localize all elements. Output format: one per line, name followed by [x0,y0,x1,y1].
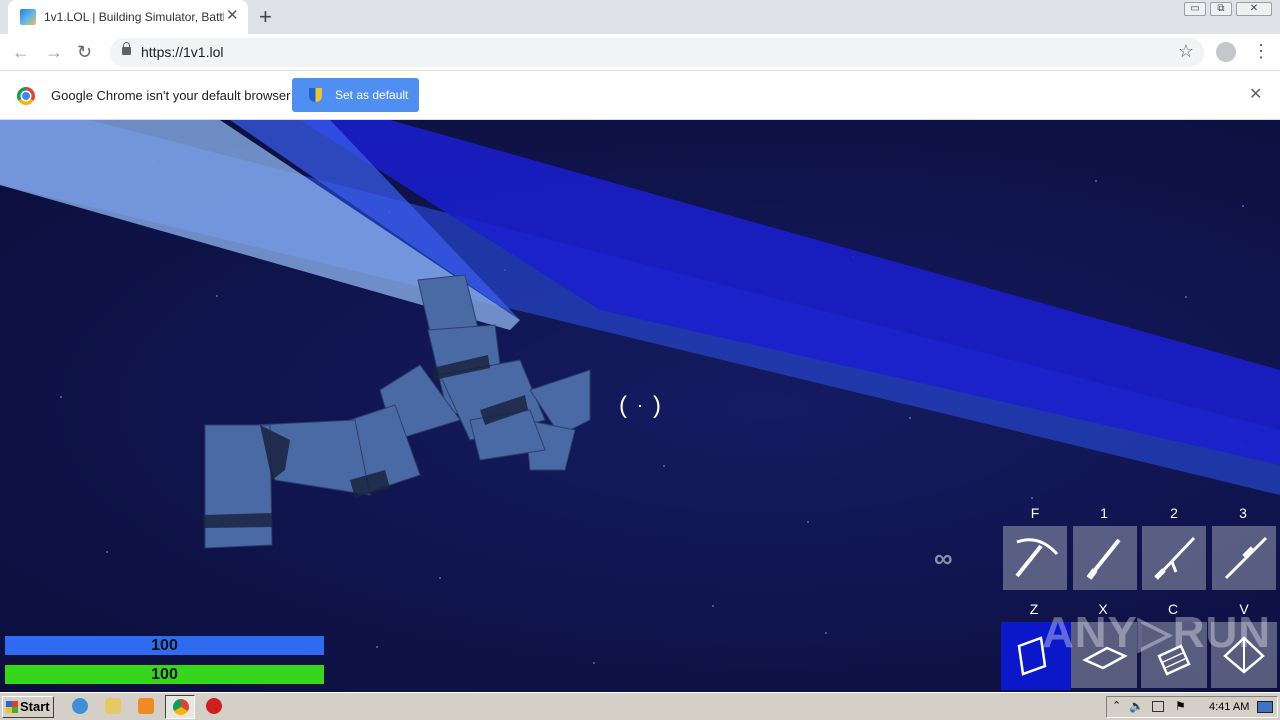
shield-bar: 100 [5,636,324,655]
default-browser-infobar: Google Chrome isn't your default browser… [0,71,1280,120]
stop-sign-icon[interactable] [206,698,222,714]
new-tab-button[interactable]: + [259,5,272,29]
back-arrow-icon[interactable]: ← [12,41,30,63]
browser-toolbar: ← → ↻ https://1v1.lol ☆ [0,34,1280,71]
forward-arrow-icon[interactable]: → [45,41,63,63]
taskbar-chrome-button[interactable] [165,695,195,719]
system-tray: ⌃ 🔈 ⚑ [1106,696,1278,718]
browser-title-bar: 1v1.LOL | Building Simulator, Battle R ✕… [0,0,1280,34]
pickaxe-icon [1015,538,1059,578]
weapon-slot-sniper[interactable] [1212,526,1276,590]
sniper-rifle-icon [1224,536,1268,580]
site-favicon-icon [20,9,36,25]
assault-rifle-icon [1154,536,1196,580]
shotgun-icon [1086,538,1121,580]
weapon-slot-shotgun[interactable] [1073,526,1137,590]
browser-tab[interactable]: 1v1.LOL | Building Simulator, Battle R ✕ [8,0,248,34]
minimize-button[interactable]: ▭ [1184,2,1206,16]
weapon-slot-pickaxe[interactable] [1003,526,1067,590]
start-button[interactable]: Start [2,696,54,718]
kebab-menu-icon[interactable]: ⋮ [1252,40,1270,62]
tab-close-button[interactable]: ✕ [226,8,239,24]
game-canvas[interactable]: () 100 100 ∞ F 1 2 3 Z X C V ANY▷RUN [0,120,1280,692]
health-bar: 100 [5,665,324,684]
weapon-slot-assault-rifle[interactable] [1142,526,1206,590]
reload-icon[interactable]: ↻ [77,41,92,63]
hotkey-label-sniper: 3 [1239,505,1247,521]
show-desktop-icon[interactable] [1257,701,1273,713]
infobar-close-icon[interactable]: ✕ [1249,87,1262,103]
bookmark-star-icon[interactable]: ☆ [1178,41,1194,62]
network-icon[interactable] [1152,701,1164,712]
infobar-message: Google Chrome isn't your default browser [51,88,291,103]
restore-button[interactable]: ⧉ [1210,2,1232,16]
internet-explorer-icon[interactable] [72,698,88,714]
hotkey-label-assault-rifle: 2 [1170,505,1178,521]
hotkey-label-pickaxe: F [1030,505,1040,521]
tray-expand-icon[interactable]: ⌃ [1112,699,1121,712]
file-explorer-icon[interactable] [105,698,121,714]
volume-icon[interactable]: 🔈 [1129,699,1144,713]
hotkey-label-shotgun: 1 [1100,505,1108,521]
set-as-default-label: Set as default [335,88,409,102]
close-window-button[interactable]: ✕ [1236,2,1272,16]
crosshair: () [619,392,661,419]
windows-logo-icon [6,701,18,713]
chrome-logo-icon [17,87,35,105]
action-center-flag-icon[interactable]: ⚑ [1175,699,1186,713]
address-bar[interactable]: https://1v1.lol ☆ [110,38,1204,67]
uac-shield-icon [309,88,322,102]
media-player-icon[interactable] [138,698,154,714]
tab-title: 1v1.LOL | Building Simulator, Battle R [44,10,224,24]
url-text[interactable]: https://1v1.lol [141,44,224,60]
lock-icon [122,42,131,55]
windows-taskbar: Start ⌃ 🔈 ⚑ 4:41 AM [0,692,1280,720]
profile-avatar-icon[interactable] [1216,42,1236,62]
anyrun-watermark: ANY▷RUN [1042,608,1272,657]
player-character [204,274,591,549]
taskbar-clock: 4:41 AM [1209,701,1250,713]
ammo-infinity-counter: ∞ [934,543,953,573]
start-label: Start [20,699,50,714]
chrome-taskbar-icon [173,699,189,715]
set-as-default-button[interactable]: Set as default [292,78,419,112]
